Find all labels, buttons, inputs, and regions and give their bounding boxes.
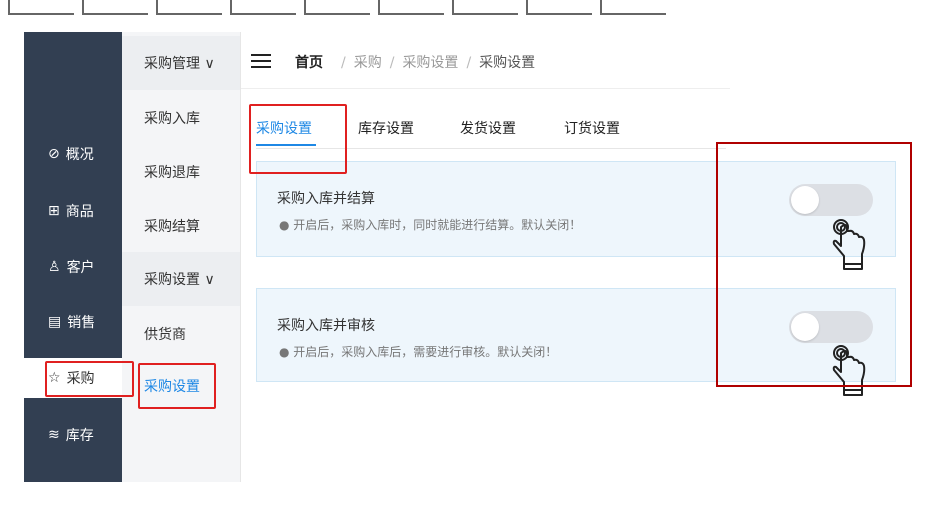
breadcrumb-current: 采购设置	[479, 55, 536, 71]
sidebar-item-sales[interactable]: ▤ 销售	[24, 302, 122, 342]
grid-icon: ⊞	[48, 203, 60, 219]
setting-title: 采购入库并审核	[277, 318, 375, 334]
setting-description: ● 开启后，采购入库后，需要进行审核。默认关闭！	[279, 345, 558, 359]
breadcrumb-level1[interactable]: 采购	[354, 55, 382, 71]
user-icon: ♙	[48, 259, 61, 275]
sidebar-item-label: 客户	[66, 260, 95, 276]
subnav-item-purchase-in[interactable]: 采购入库	[144, 108, 200, 128]
subnav-group-purchase-management[interactable]: 采购管理 ∨	[122, 36, 240, 90]
highlight-purchase-menu	[45, 361, 134, 397]
subnav-item-purchase-settlement[interactable]: 采购结算	[144, 216, 200, 236]
setting-description: ● 开启后，采购入库时，同时就能进行结算。默认关闭！	[279, 218, 582, 232]
subnav-item-purchase-return[interactable]: 采购退库	[144, 162, 200, 182]
breadcrumb-separator: /	[341, 55, 346, 71]
tab-shipping-settings[interactable]: 发货设置	[460, 118, 516, 138]
breadcrumb: 首页 / 采购 / 采购设置 / 采购设置	[295, 52, 535, 72]
highlight-purchase-settings-tab	[249, 104, 347, 174]
compass-icon: ⊘	[48, 146, 60, 162]
breadcrumb-home[interactable]: 首页	[295, 55, 323, 71]
sidebar-item-label: 销售	[67, 315, 96, 331]
sidebar-item-customers[interactable]: ♙ 客户	[24, 247, 122, 287]
breadcrumb-level2[interactable]: 采购设置	[402, 55, 458, 71]
top-header: 首页 / 采购 / 采购设置 / 采购设置	[241, 32, 730, 89]
document-icon: ▤	[48, 314, 62, 330]
subnav-group-purchase-settings[interactable]: 采购设置 ∨	[122, 252, 240, 306]
layers-icon: ≋	[48, 427, 60, 443]
tab-order-settings[interactable]: 订货设置	[564, 118, 620, 138]
breadcrumb-separator: /	[389, 55, 395, 71]
highlight-purchase-settings-subnav	[138, 363, 216, 409]
subnav-item-supplier[interactable]: 供货商	[144, 324, 186, 344]
setting-title: 采购入库并结算	[277, 191, 375, 207]
menu-toggle-icon[interactable]	[251, 54, 271, 68]
highlight-toggle-area	[716, 142, 912, 387]
sidebar-item-label: 库存	[65, 428, 94, 444]
sidebar-item-inventory[interactable]: ≋ 库存	[24, 415, 122, 455]
sub-navigation: 采购管理 ∨ 采购入库 采购退库 采购结算 采购设置 ∨ 供货商 采购设置	[122, 32, 240, 482]
sidebar-item-label: 商品	[65, 204, 94, 220]
sidebar-item-products[interactable]: ⊞ 商品	[24, 191, 122, 231]
browser-toolbar-strip	[0, 0, 730, 32]
breadcrumb-separator: /	[466, 55, 472, 71]
tab-inventory-settings[interactable]: 库存设置	[358, 118, 414, 138]
divider	[240, 32, 241, 482]
main-sidebar: ⊘ 概况 ⊞ 商品 ♙ 客户 ▤ 销售 ☆ 采购 ≋ 库存	[24, 32, 122, 482]
sidebar-item-label: 概况	[65, 147, 94, 163]
sidebar-item-overview[interactable]: ⊘ 概况	[24, 134, 122, 174]
